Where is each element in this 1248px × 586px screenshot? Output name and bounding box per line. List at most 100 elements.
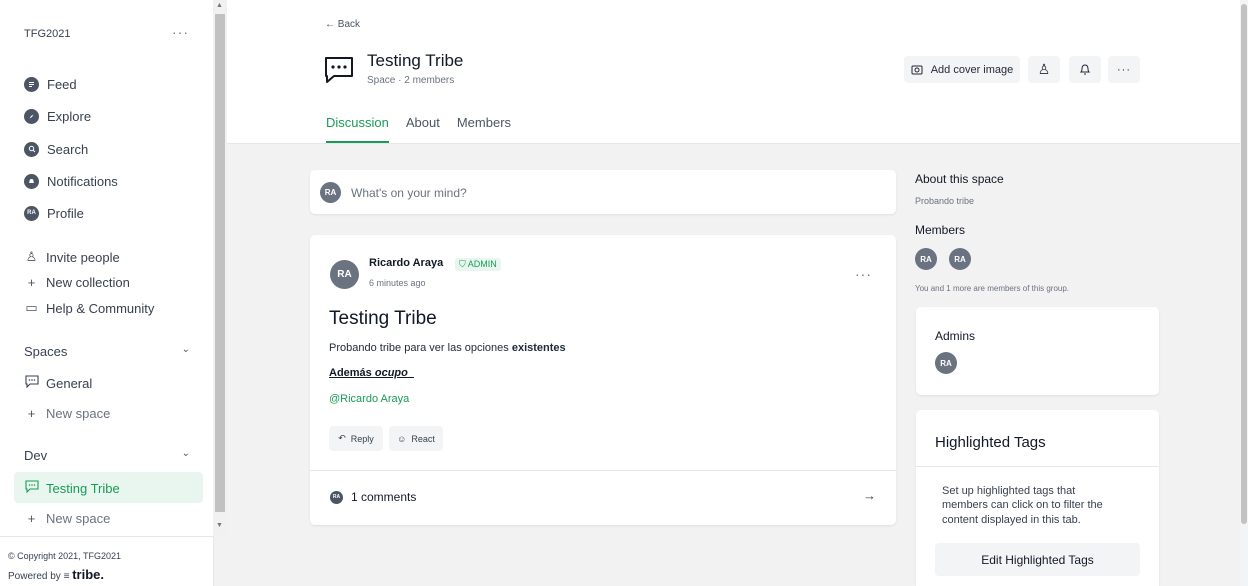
post-emphasis-line: Además ocupo <box>329 367 414 379</box>
sidebar-item-label: General <box>46 375 93 391</box>
camera-icon <box>911 65 923 75</box>
scrollbar-thumb[interactable] <box>1241 4 1247 524</box>
add-cover-label: Add cover image <box>930 63 1014 76</box>
reply-label: Reply <box>350 433 374 444</box>
post-options-button[interactable]: ··· <box>855 266 872 282</box>
space-subtitle: Space · 2 members <box>367 75 455 86</box>
spaces-section-header[interactable]: Spaces ⌄ <box>24 344 190 359</box>
comments-count: 1 comments <box>351 490 417 504</box>
highlighted-tags-title: Highlighted Tags <box>935 434 1046 451</box>
explore-icon <box>24 108 39 124</box>
author-name[interactable]: Ricardo Araya <box>369 257 443 269</box>
scroll-up-icon[interactable]: ▲ <box>216 2 223 9</box>
author-avatar[interactable]: RA <box>330 260 359 289</box>
admins-title: Admins <box>935 329 976 343</box>
sidebar-item-label: Testing Tribe <box>46 480 120 496</box>
tab-bar: Discussion About Members <box>326 115 528 143</box>
powered-by[interactable]: Powered by ≡ tribe. <box>8 567 104 582</box>
sidebar-item-label: Feed <box>47 76 77 92</box>
reply-button[interactable]: ↶ Reply <box>329 426 383 451</box>
tab-about[interactable]: About <box>406 115 440 143</box>
more-options-button[interactable]: ··· <box>1108 56 1140 83</box>
post-title: Testing Tribe <box>329 308 437 329</box>
plus-icon: + <box>27 274 36 290</box>
post-timestamp[interactable]: 6 minutes ago <box>369 278 426 288</box>
new-space-link[interactable]: + New space <box>24 507 204 529</box>
members-button[interactable]: ♙ <box>1028 56 1060 83</box>
notifications-button[interactable] <box>1069 56 1101 83</box>
chat-icon: ▭ <box>25 300 38 315</box>
chevron-down-icon: ⌄ <box>181 344 190 355</box>
post-card: RA Ricardo Araya ⛉ ADMIN 6 minutes ago ·… <box>310 235 896 525</box>
sidebar-item-feed[interactable]: Feed <box>24 73 204 95</box>
sidebar: TFG2021 ··· Feed Explore Search Notifica… <box>0 0 214 586</box>
sidebar-item-explore[interactable]: Explore <box>24 105 204 127</box>
edit-highlighted-tags-button[interactable]: Edit Highlighted Tags <box>935 543 1140 576</box>
new-collection-label: New collection <box>46 274 130 290</box>
sidebar-item-search[interactable]: Search <box>24 138 204 160</box>
scroll-down-icon[interactable]: ▼ <box>216 522 223 529</box>
sidebar-item-label: Search <box>47 141 89 157</box>
avatar: RA <box>320 182 341 203</box>
invite-people-link[interactable]: ♙ Invite people <box>24 246 204 268</box>
add-cover-image-button[interactable]: Add cover image <box>904 56 1020 83</box>
section-label: Dev <box>24 448 48 463</box>
community-menu-button[interactable]: ··· <box>172 24 189 40</box>
user-icon: ♙ <box>25 249 38 264</box>
section-label: Spaces <box>24 344 68 359</box>
sidebar-item-testing-tribe[interactable]: Testing Tribe <box>24 477 204 499</box>
divider <box>916 466 1159 467</box>
admin-avatar[interactable]: RA <box>935 352 957 374</box>
sidebar-item-label: Profile <box>47 205 84 221</box>
member-avatar[interactable]: RA <box>949 248 971 270</box>
chat-icon <box>24 480 39 496</box>
sidebar-item-general[interactable]: General <box>24 372 204 394</box>
powered-label: Powered by <box>8 571 61 582</box>
composer-placeholder[interactable]: What's on your mind? <box>351 186 467 200</box>
new-space-link[interactable]: + New space <box>24 402 204 424</box>
admin-badge: ⛉ ADMIN <box>455 258 501 271</box>
new-space-label: New space <box>46 510 111 526</box>
help-community-label: Help & Community <box>46 300 155 316</box>
help-community-link[interactable]: ▭ Help & Community <box>24 297 204 319</box>
tab-members[interactable]: Members <box>457 115 511 143</box>
copyright: © Copyright 2021, TFG2021 <box>8 551 122 561</box>
community-name[interactable]: TFG2021 <box>24 28 70 40</box>
plus-icon: + <box>27 510 36 526</box>
reply-icon: ↶ <box>338 433 346 443</box>
sidebar-item-label: Notifications <box>47 173 118 189</box>
sidebar-scrollbar[interactable]: ▲ ▼ <box>213 0 227 536</box>
emphasis-italic: ocupo <box>374 367 408 379</box>
emphasis-bold: Además <box>329 367 372 379</box>
sidebar-item-profile[interactable]: RA Profile <box>24 202 204 224</box>
bell-icon <box>24 173 39 189</box>
divider <box>0 536 214 537</box>
tab-discussion[interactable]: Discussion <box>326 115 389 143</box>
chat-icon <box>24 375 39 391</box>
new-collection-link[interactable]: + New collection <box>24 271 204 293</box>
arrow-right-icon[interactable]: → <box>863 488 876 503</box>
post-body-bold: existentes <box>511 342 566 354</box>
avatar: RA <box>330 490 343 504</box>
post-composer[interactable]: RA What's on your mind? <box>310 170 896 214</box>
shield-icon: ⛉ <box>459 259 466 269</box>
main-scrollbar[interactable] <box>1240 0 1248 586</box>
scrollbar-thumb[interactable] <box>215 14 225 512</box>
divider <box>310 470 896 471</box>
member-avatar[interactable]: RA <box>915 248 937 270</box>
more-icon: ··· <box>1117 63 1131 76</box>
user-mention[interactable]: @Ricardo Araya <box>329 393 409 405</box>
comments-link[interactable]: RA 1 comments <box>330 490 416 504</box>
react-label: React <box>411 433 435 444</box>
members-title: Members <box>915 223 966 237</box>
post-body-text: Probando tribe para ver las opciones <box>329 342 509 354</box>
badge-label: ADMIN <box>467 259 497 269</box>
sidebar-item-notifications[interactable]: Notifications <box>24 170 204 192</box>
highlighted-tags-description: Set up highlighted tags that members can… <box>942 485 1103 526</box>
dev-section-header[interactable]: Dev ⌄ <box>24 448 190 463</box>
back-link[interactable]: ← Back <box>325 19 360 30</box>
invite-people-label: Invite people <box>46 249 120 265</box>
page-title: Testing Tribe <box>367 51 464 70</box>
highlighted-tags-card: Highlighted Tags Set up highlighted tags… <box>916 410 1159 586</box>
react-button[interactable]: ☺ React <box>389 426 443 451</box>
